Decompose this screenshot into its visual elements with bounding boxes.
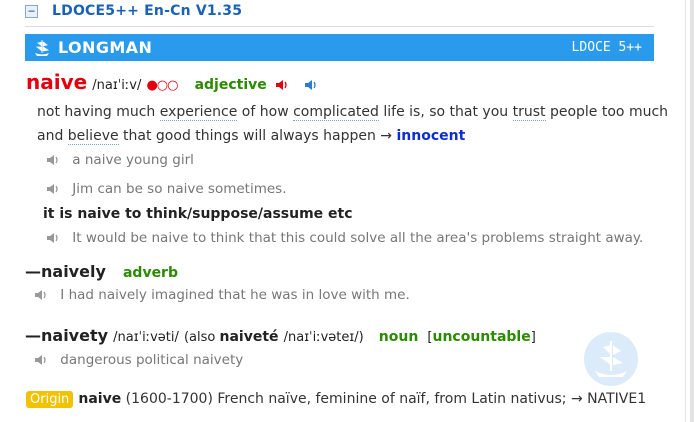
example-text: It would be naive to think that this cou… xyxy=(72,230,644,246)
collocation: it is naive to think/suppose/assume etc xyxy=(43,206,353,222)
divider xyxy=(25,26,654,27)
scrollbar-track xyxy=(685,0,686,422)
ship-watermark-icon xyxy=(584,332,638,386)
dictionary-title[interactable]: LDOCE5++ En-Cn V1.35 xyxy=(52,3,242,19)
example-sentence: dangerous political naivety xyxy=(34,352,243,368)
runon-naively: —naively adverb xyxy=(25,262,178,281)
dictionary-header: − LDOCE5++ En-Cn V1.35 xyxy=(25,0,242,22)
headword-line: naive /naɪˈiːv/ ●○○ adjective xyxy=(26,70,318,94)
collocation-example: It would be naive to think that this cou… xyxy=(46,230,643,246)
example-text: Jim can be so naive sometimes. xyxy=(72,181,287,197)
runon-pos: noun xyxy=(378,329,419,345)
example-text: I had naively imagined that he was in lo… xyxy=(60,287,410,303)
brand-name: LONGMAN xyxy=(58,38,153,57)
example-audio-icon[interactable] xyxy=(46,182,60,196)
example-audio-icon[interactable] xyxy=(34,353,48,367)
definition-text: life is, so that you xyxy=(378,104,513,120)
runon-pos: adverb xyxy=(122,265,178,281)
example-text: a naive young girl xyxy=(72,152,194,168)
example-text: dangerous political naivety xyxy=(60,352,244,368)
definition-line-1: not having much experience of how compli… xyxy=(37,104,669,121)
definition-text: of how xyxy=(237,104,294,120)
audio-british-icon[interactable] xyxy=(275,78,289,92)
runon-word: naivety xyxy=(41,326,109,345)
grammar-code: uncountable xyxy=(432,329,531,345)
lookup-word-trust[interactable]: trust xyxy=(512,104,546,121)
example-sentence: Jim can be so naive sometimes. xyxy=(46,181,287,197)
frequency-dots: ●○○ xyxy=(146,78,178,93)
dictionary-page: − LDOCE5++ En-Cn V1.35 LONGMAN LDOCE 5++… xyxy=(0,0,686,422)
lookup-word-believe[interactable]: believe xyxy=(67,128,119,145)
definition-line-2: and believe that good things will always… xyxy=(37,128,465,145)
runon-naivety: —naivety /naɪˈiːvəti/ (also naiveté /naɪ… xyxy=(25,326,536,345)
lookup-word-experience[interactable]: experience xyxy=(159,104,238,121)
window-edge xyxy=(690,0,694,422)
headword: naive xyxy=(26,70,88,94)
example-sentence: I had naively imagined that he was in lo… xyxy=(34,287,410,303)
audio-american-icon[interactable] xyxy=(304,78,318,92)
part-of-speech: adjective xyxy=(194,77,267,93)
definition-text: not having much xyxy=(37,104,160,120)
definition-text: and xyxy=(37,128,68,144)
longman-banner: LONGMAN LDOCE 5++ xyxy=(25,34,654,61)
origin-word: naive xyxy=(78,391,122,407)
example-audio-icon[interactable] xyxy=(46,231,60,245)
example-sentence: a naive young girl xyxy=(46,152,194,168)
cross-reference-link[interactable]: innocent xyxy=(396,128,465,144)
variant-pronunciation: /naɪˈiːvəteɪ/) xyxy=(283,330,364,345)
variant-spelling: naiveté xyxy=(219,329,279,345)
pronunciation: /naɪˈiːv/ xyxy=(92,78,142,93)
pronunciation: /naɪˈiːvəti/ xyxy=(113,330,179,345)
origin-text: (1600-1700) French naïve, feminine of na… xyxy=(121,391,647,407)
bracket: ] xyxy=(530,330,536,345)
ship-logo-icon xyxy=(35,39,50,56)
example-audio-icon[interactable] xyxy=(34,288,48,302)
lookup-word-complicated[interactable]: complicated xyxy=(293,104,379,121)
example-audio-icon[interactable] xyxy=(46,153,60,167)
definition-text: people too much xyxy=(545,104,669,120)
also-label: (also xyxy=(183,330,220,345)
dictionary-version: LDOCE 5++ xyxy=(571,40,642,55)
origin-line: Origin naive (1600-1700) French naïve, f… xyxy=(26,388,647,408)
collapse-button[interactable]: − xyxy=(25,4,38,18)
definition-text: that good things will always happen → xyxy=(118,128,397,144)
origin-badge: Origin xyxy=(26,391,74,408)
runon-word: naively xyxy=(41,262,106,281)
